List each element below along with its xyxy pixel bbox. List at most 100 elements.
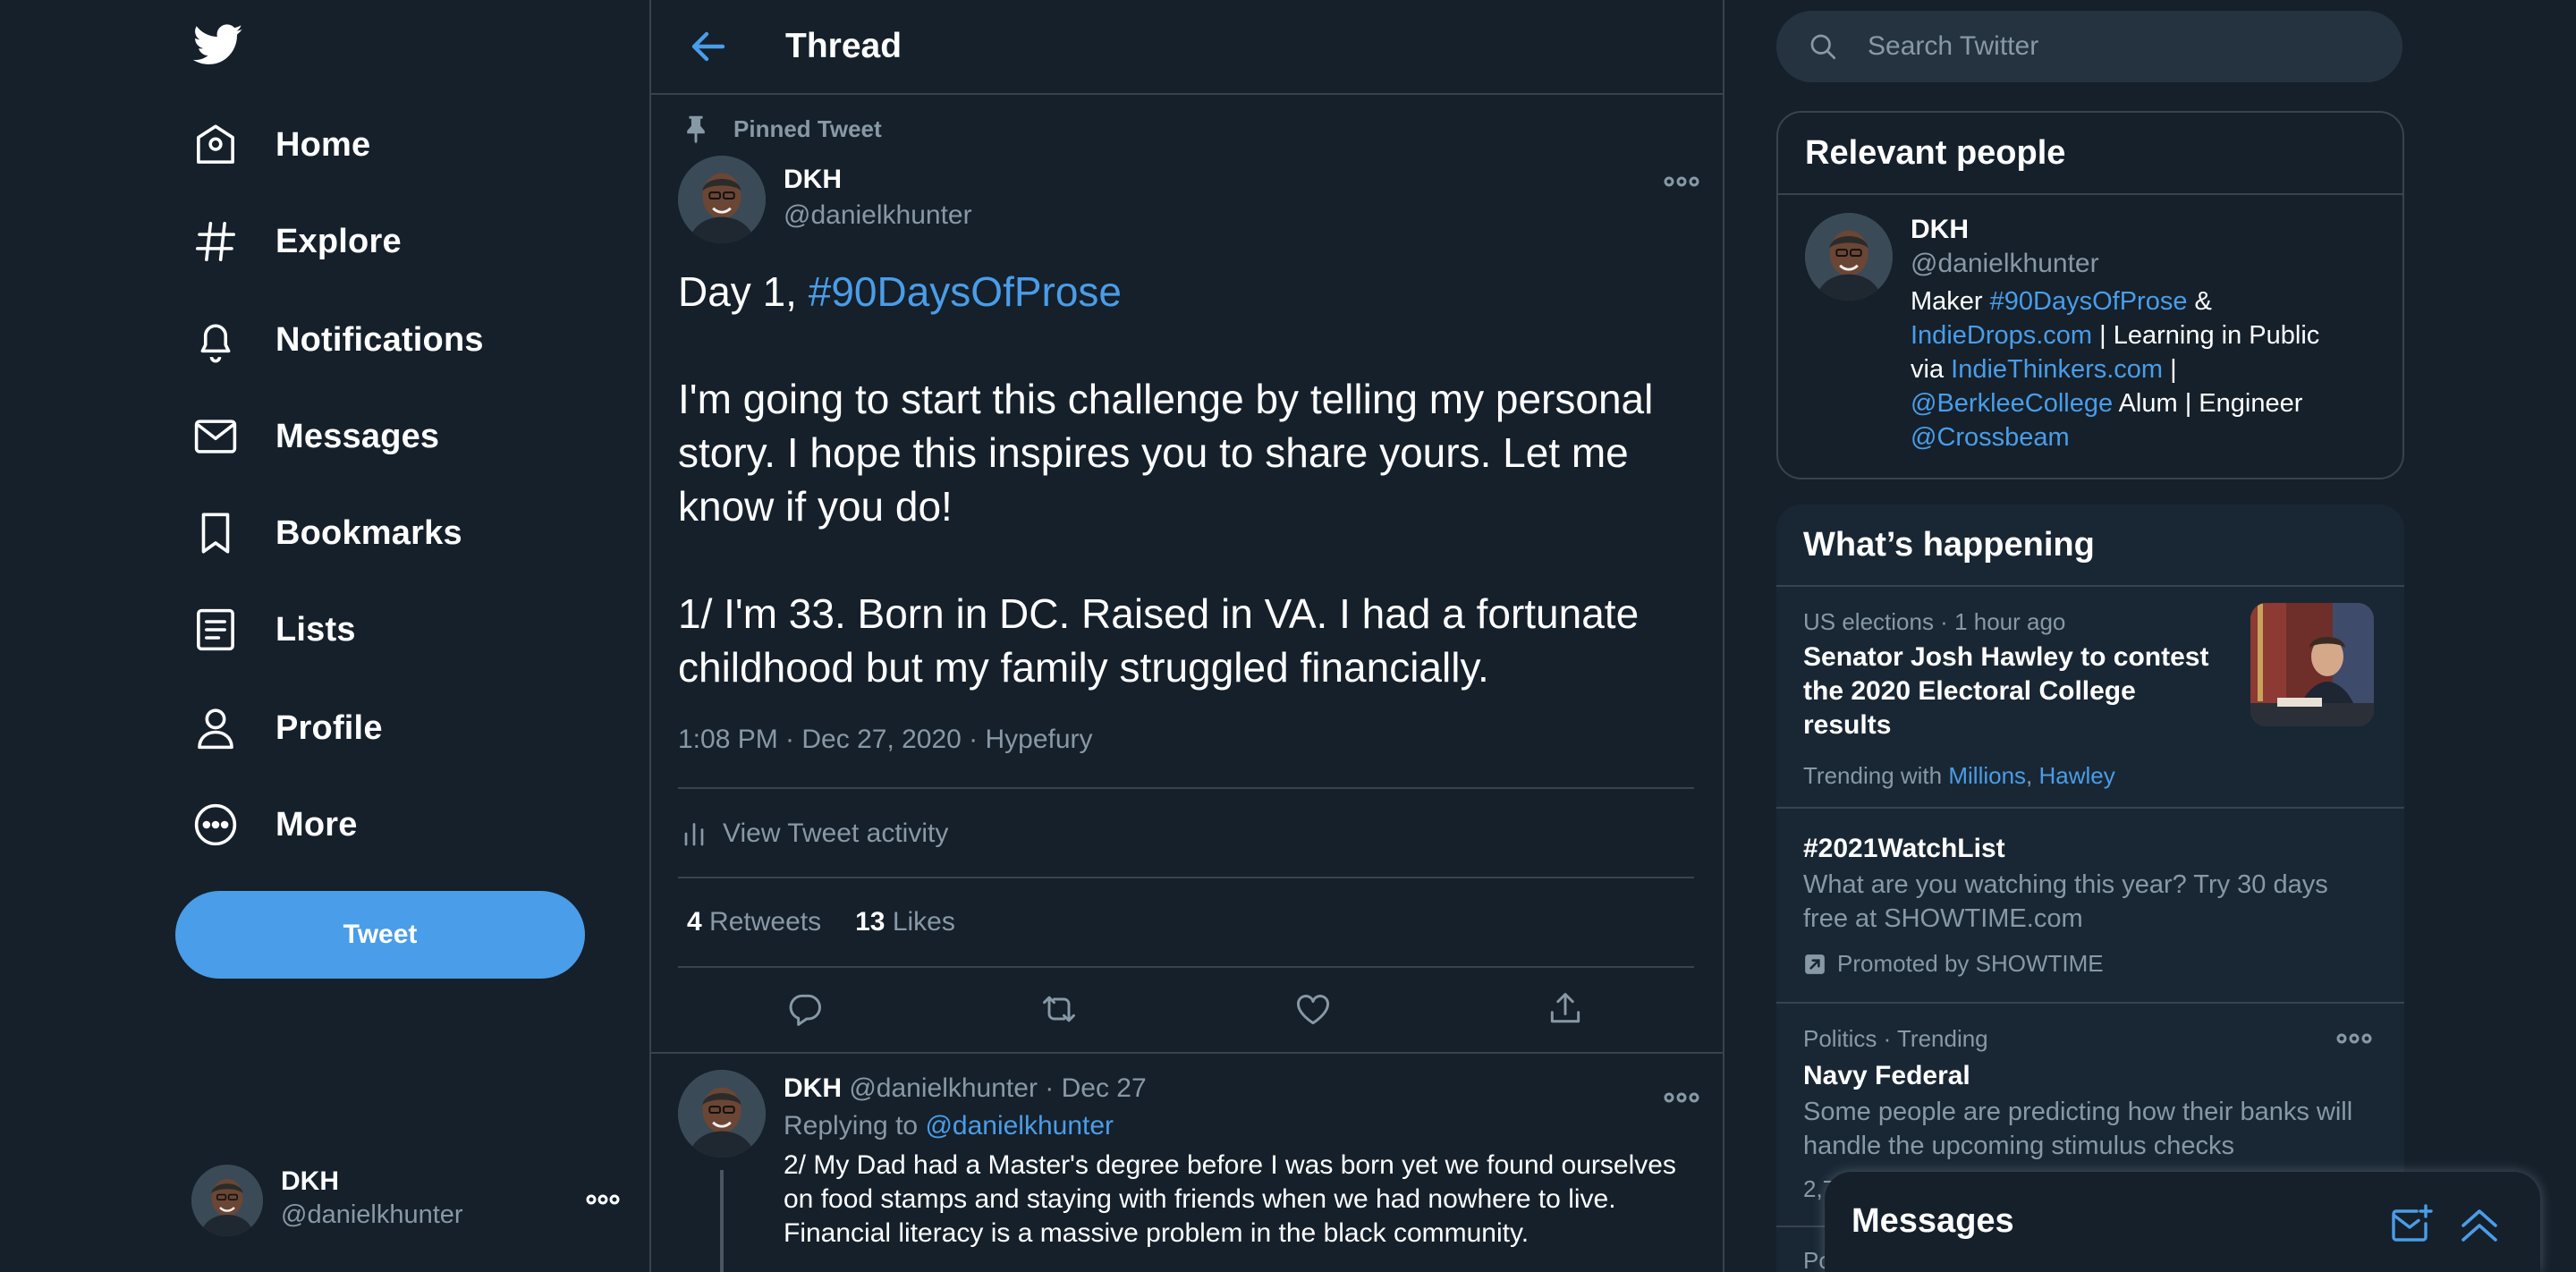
likes-stat[interactable]: 13 Likes [855, 907, 955, 937]
divider [651, 1052, 1723, 1054]
bio-link[interactable]: IndieDrops.com [1911, 321, 2092, 350]
person-name[interactable]: DKH [1911, 215, 1969, 245]
trending-with-label: Trending with [1803, 762, 1943, 789]
mention-link[interactable]: @Crossbeam [1911, 423, 2070, 452]
more-horizontal-icon[interactable] [585, 1184, 621, 1215]
nav-bookmarks[interactable]: Bookmarks [191, 497, 462, 569]
reply-header: DKH @danielkhunter · Dec 27 [784, 1073, 1147, 1104]
person-handle[interactable]: @danielkhunter [1911, 249, 2099, 279]
trend-title: Senator Josh Hawley to contest the 2020 … [1803, 642, 2209, 740]
retweets-stat[interactable]: 4 Retweets [687, 907, 821, 937]
trend-description: What are you watching this year? Try 30 … [1803, 870, 2328, 933]
twitter-logo-icon[interactable] [191, 20, 246, 70]
mention-link[interactable]: @danielkhunter [925, 1111, 1114, 1141]
avatar[interactable] [678, 1070, 766, 1158]
tweet-paragraph: 1/ I'm 33. Born in DC. Raised in VA. I h… [678, 590, 1640, 691]
nav-lists-label: Lists [275, 610, 356, 649]
new-message-icon[interactable] [2390, 1204, 2433, 1243]
mail-icon [191, 412, 240, 461]
hashtag-link[interactable]: #90DaysOfProse [809, 268, 1122, 315]
news-thumbnail [2250, 603, 2374, 726]
pin-icon [687, 115, 705, 144]
nav-more[interactable]: More [191, 789, 358, 861]
nav-home[interactable]: Home [191, 109, 370, 181]
nav-lists[interactable]: Lists [191, 594, 356, 666]
nav-profile[interactable]: Profile [191, 692, 383, 764]
nav-home-label: Home [275, 125, 371, 164]
bookmark-icon [191, 509, 240, 557]
pinned-label: Pinned Tweet [733, 114, 882, 142]
more-horizontal-icon[interactable] [1662, 168, 1701, 195]
bio-text: | Learning in Public [2092, 321, 2320, 350]
back-arrow-icon[interactable] [687, 25, 730, 68]
author-name[interactable]: DKH [784, 1073, 842, 1103]
retweet-icon[interactable] [1039, 989, 1079, 1029]
trend-meta: US elections · 1 hour ago [1803, 608, 2066, 635]
messages-drawer[interactable]: Messages [1825, 1172, 2540, 1272]
tweet-button[interactable]: Tweet [175, 891, 585, 979]
more-horizontal-icon[interactable] [1662, 1084, 1701, 1111]
search-input[interactable] [1866, 23, 2370, 70]
page-title: Thread [785, 27, 902, 65]
avatar[interactable] [1805, 213, 1893, 301]
reply-text: 2/ My Dad had a Master's degree before I… [784, 1150, 1676, 1248]
hashtag-link[interactable]: #90DaysOfProse [1990, 287, 2188, 316]
nav-explore[interactable]: Explore [191, 206, 402, 277]
thread-header: Thread [651, 0, 1723, 95]
double-chevron-up-icon[interactable] [2458, 1204, 2501, 1243]
more-horizontal-icon[interactable] [2334, 1025, 2374, 1052]
avatar [191, 1165, 263, 1236]
trend-tag-link[interactable]: Hawley [2039, 762, 2115, 789]
bio-text: & [2187, 287, 2212, 316]
search-bar[interactable] [1776, 11, 2402, 82]
trend-tag-link[interactable]: Millions [1948, 762, 2026, 789]
bar-chart-icon [684, 823, 704, 846]
avatar[interactable] [678, 156, 766, 243]
heart-icon[interactable] [1293, 989, 1333, 1029]
nav-profile-label: Profile [275, 708, 383, 747]
view-tweet-activity-label: View Tweet activity [723, 818, 949, 848]
nav-messages[interactable]: Messages [191, 401, 439, 472]
promoted-icon [1805, 954, 1825, 974]
bio-text: Alum | Engineer [2113, 389, 2303, 418]
bio-text: Maker [1911, 287, 1990, 316]
bio-link[interactable]: IndieThinkers.com [1951, 355, 2163, 384]
thread-connector [720, 1170, 724, 1272]
tweet-stats: 4 Retweets 13 Likes [687, 907, 955, 937]
tweet-timestamp[interactable]: 1:08 PM · Dec 27, 2020 · Hypefury [678, 725, 1093, 755]
nav-notifications[interactable]: Notifications [191, 304, 484, 376]
trend-trending-with: Trending with Millions, Hawley [1803, 762, 2115, 789]
author-name[interactable]: DKH [784, 165, 842, 195]
whats-happening-panel: What’s happening US elections · 1 hour a… [1776, 505, 2404, 1272]
reply-icon[interactable] [785, 989, 825, 1029]
bio-text: | [2163, 355, 2177, 384]
relevant-people-title: Relevant people [1805, 134, 2066, 172]
author-handle[interactable]: @danielkhunter [784, 200, 972, 231]
trend-description: Some people are predicting how their ban… [1803, 1098, 2353, 1160]
account-switcher[interactable]: DKH @danielkhunter [191, 1163, 621, 1238]
messages-drawer-title: Messages [1852, 1202, 2014, 1240]
replying-to-label: Replying to [784, 1111, 926, 1141]
view-tweet-activity[interactable]: View Tweet activity [678, 818, 948, 850]
divider [678, 877, 1694, 878]
nav-notifications-label: Notifications [275, 320, 484, 359]
author-handle-date[interactable]: @danielkhunter · Dec 27 [849, 1073, 1146, 1103]
person-icon [191, 704, 240, 752]
likes-label: Likes [892, 907, 955, 937]
nav-more-label: More [275, 805, 358, 844]
divider [1776, 585, 2404, 587]
mention-link[interactable]: @BerkleeCollege [1911, 389, 2113, 418]
divider [1776, 807, 2404, 809]
home-icon [191, 121, 240, 169]
thread-column: Thread Pinned Tweet DKH @danielkhunter D… [649, 0, 1724, 1272]
share-icon[interactable] [1546, 989, 1585, 1029]
trend-title: Navy Federal [1803, 1061, 1970, 1090]
likes-count: 13 [855, 907, 886, 937]
search-icon [1810, 34, 1836, 60]
hashtag-icon [191, 217, 240, 266]
tweet-text: Day 1, #90DaysOfProse I'm going to start… [678, 265, 1707, 694]
bio-text: via [1911, 355, 1952, 384]
trend-meta: Politics · Trending [1803, 1025, 1988, 1052]
promoted-label: Promoted by SHOWTIME [1803, 950, 2104, 978]
tweet-text-prefix: Day 1, [678, 268, 809, 315]
